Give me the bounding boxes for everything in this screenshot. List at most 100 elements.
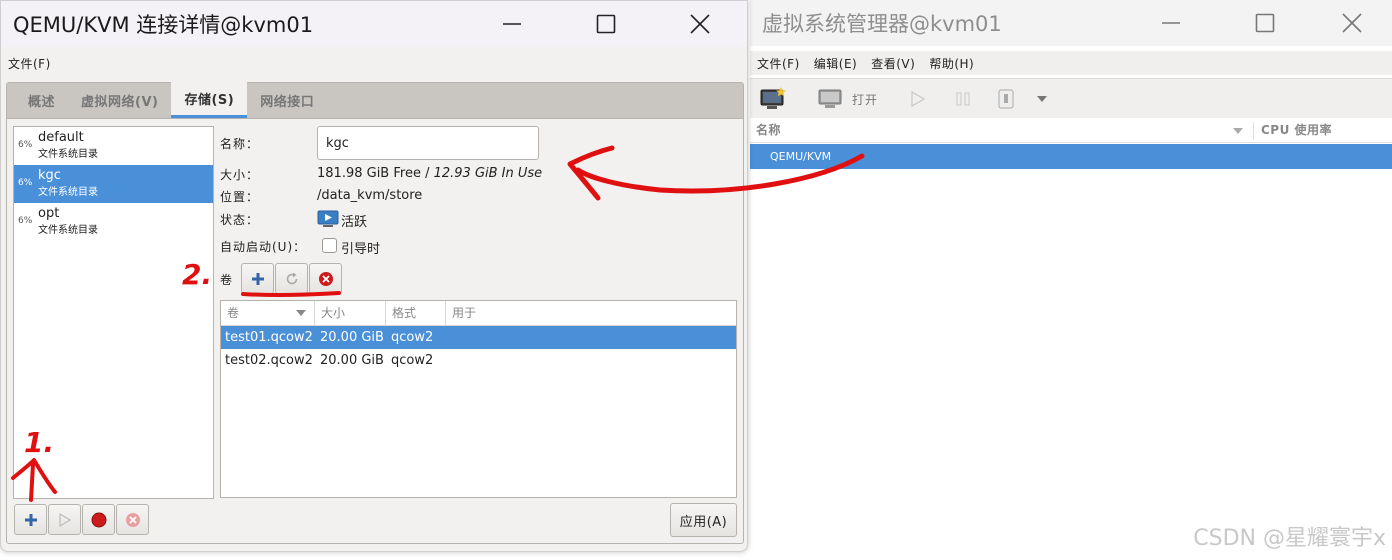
new-vm-icon (760, 87, 786, 109)
state-active-icon (317, 210, 339, 227)
maximize-icon (596, 14, 616, 34)
autostart-label: 自动启动(U)： (220, 240, 307, 254)
pool-type: 文件系统目录 (38, 225, 98, 236)
manager-caption-buttons (1124, 0, 1392, 46)
add-pool-button[interactable] (14, 504, 47, 535)
storage-pool-list: 6% default 文件系统目录 6% kgc 文件系统目录 6% opt 文… (13, 126, 214, 499)
volume-size: 20.00 GiB (320, 330, 384, 345)
power-device-icon (998, 89, 1014, 109)
size-value: 181.98 GiB Free / 12.93 GiB In Use (317, 166, 542, 181)
refresh-volumes-button[interactable] (275, 263, 308, 294)
column-header-format[interactable]: 格式 (386, 301, 446, 325)
volume-used-by (447, 326, 451, 349)
virt-manager-window: 虚拟系统管理器@kvm01 文件(F) 编辑(E) 查看(V) 帮助(H) 打开… (750, 0, 1392, 560)
tab-network-interfaces[interactable]: 网络接口 (247, 82, 327, 118)
minimize-icon (1162, 22, 1180, 24)
pause-icon (956, 92, 970, 106)
apply-button[interactable]: 应用(A) (670, 503, 737, 537)
manager-menubar: 文件(F) 编辑(E) 查看(V) 帮助(H) (750, 51, 1392, 75)
chevron-down-icon (1037, 96, 1047, 102)
open-vm-button[interactable]: 打开 (818, 79, 878, 119)
shutdown-menu-dropdown[interactable] (1037, 79, 1047, 119)
pool-item-default[interactable]: 6% default 文件系统目录 (14, 127, 213, 165)
column-header-cpu-usage[interactable]: CPU 使用率 (1255, 119, 1332, 142)
tab-overview[interactable]: 概述 (15, 82, 68, 118)
plus-icon (251, 272, 264, 285)
size-free-text: 181.98 GiB Free / (317, 166, 434, 181)
delete-icon (318, 271, 333, 286)
volumes-label: 卷 (220, 273, 234, 287)
column-header-size[interactable]: 大小 (315, 301, 386, 325)
column-name-label: 名称 (756, 123, 782, 137)
new-vm-button[interactable] (760, 79, 786, 119)
location-value: /data_kvm/store (317, 188, 423, 203)
sort-down-icon (1233, 128, 1243, 134)
stop-pool-button[interactable] (82, 504, 115, 535)
shutdown-vm-button[interactable] (997, 79, 1015, 119)
delete-pool-button[interactable] (116, 504, 149, 535)
details-titlebar[interactable]: QEMU/KVM 连接详情@kvm01 (1, 1, 747, 47)
stop-record-icon (91, 512, 106, 527)
size-label: 大小： (220, 168, 260, 182)
menu-file[interactable]: 文件(F) (1, 55, 58, 72)
tab-bar: 概述 虚拟网络(V) 存储(S) 网络接口 (7, 82, 743, 119)
autostart-option: 引导时 (341, 242, 381, 257)
watermark: CSDN @星耀寰宇x (1193, 526, 1386, 551)
start-pool-button[interactable] (48, 504, 81, 535)
close-icon (690, 14, 710, 34)
open-label: 打开 (852, 92, 879, 107)
menu-edit[interactable]: 编辑(E) (807, 55, 864, 72)
pool-name-input[interactable] (317, 126, 539, 160)
autostart-checkbox[interactable] (322, 238, 337, 253)
pool-item-opt[interactable]: 6% opt 文件系统目录 (14, 203, 213, 241)
run-vm-button[interactable] (910, 79, 926, 119)
pool-name: opt (38, 206, 60, 221)
vm-list-header: 名称 CPU 使用率 (750, 119, 1392, 143)
tab-storage[interactable]: 存储(S) (171, 82, 248, 118)
column-header-name[interactable]: 名称 (750, 119, 1253, 142)
volume-format: qcow2 (391, 330, 434, 345)
play-icon (58, 512, 71, 527)
pool-usage-percent: 6% (18, 216, 33, 226)
pool-type: 文件系统目录 (38, 187, 98, 198)
menu-file[interactable]: 文件(F) (750, 55, 807, 72)
minimize-button[interactable] (1124, 0, 1218, 46)
vm-list-row-qemu-kvm[interactable]: QEMU/KVM (750, 144, 1392, 169)
close-button[interactable] (653, 1, 747, 47)
add-volume-button[interactable] (241, 263, 274, 294)
pool-type: 文件系统目录 (38, 149, 98, 160)
tab-virtual-networks[interactable]: 虚拟网络(V) (68, 82, 171, 118)
manager-titlebar[interactable]: 虚拟系统管理器@kvm01 (750, 0, 1392, 46)
column-header-volume[interactable]: 卷 (221, 301, 315, 325)
volume-row[interactable]: test02.qcow2 20.00 GiB qcow2 (221, 349, 736, 372)
column-volume-label: 卷 (227, 306, 240, 320)
pool-name: kgc (38, 168, 61, 183)
maximize-button[interactable] (1218, 0, 1312, 46)
pool-usage-percent: 6% (18, 140, 33, 150)
column-header-used-by[interactable]: 用于 (446, 301, 736, 325)
minimize-button[interactable] (465, 1, 559, 47)
details-menubar: 文件(F) (1, 51, 747, 75)
pause-vm-button[interactable] (955, 79, 971, 119)
menu-view[interactable]: 查看(V) (864, 55, 922, 72)
volume-table: 卷 大小 格式 用于 test01.qcow2 20.00 GiB qcow2 … (220, 300, 737, 498)
menu-help[interactable]: 帮助(H) (922, 55, 981, 72)
pool-usage-percent: 6% (18, 178, 33, 188)
volume-row[interactable]: test01.qcow2 20.00 GiB qcow2 (221, 326, 736, 349)
volume-name: test01.qcow2 (225, 330, 313, 345)
manager-toolbar: 打开 (750, 78, 1392, 118)
details-window-title: QEMU/KVM 连接详情@kvm01 (13, 13, 314, 37)
name-label: 名称： (220, 137, 260, 151)
maximize-icon (1255, 13, 1275, 33)
pool-item-kgc[interactable]: 6% kgc 文件系统目录 (14, 165, 213, 203)
volume-table-header: 卷 大小 格式 用于 (221, 301, 736, 326)
delete-volume-button[interactable] (309, 263, 342, 294)
manager-window-title: 虚拟系统管理器@kvm01 (762, 12, 1002, 36)
close-button[interactable] (1312, 0, 1392, 46)
volume-size: 20.00 GiB (320, 353, 384, 368)
details-caption-buttons (465, 1, 747, 47)
state-value: 活跃 (341, 215, 368, 230)
minimize-icon (503, 23, 521, 25)
desktop: QEMU/KVM 连接详情@kvm01 文件(F) 概述 虚拟网络(V) 存储( (0, 0, 1392, 560)
maximize-button[interactable] (559, 1, 653, 47)
